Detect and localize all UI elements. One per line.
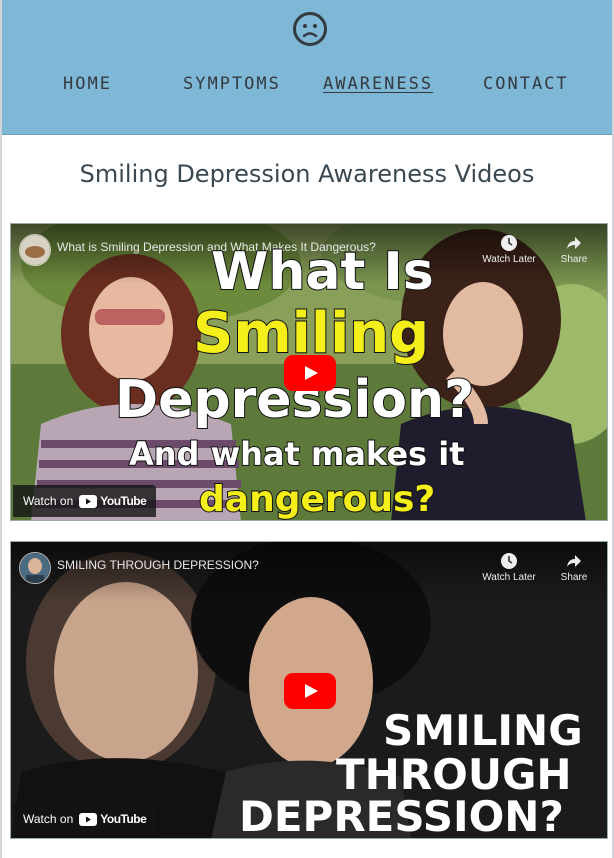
- youtube-logo: YouTube: [79, 494, 147, 508]
- share-arrow-icon: [567, 237, 581, 249]
- clock-icon: [501, 553, 517, 569]
- site-header: HOME SYMPTOMS AWARENESS CONTACT: [2, 0, 612, 135]
- thumbnail-text-line: SMILING: [383, 706, 583, 755]
- youtube-logo: YouTube: [79, 812, 147, 826]
- watch-later-label: Watch Later: [482, 254, 536, 265]
- thumbnail-text-line: DEPRESSION?: [239, 792, 564, 839]
- thumbnail-text-line: Smiling: [192, 301, 430, 366]
- share-label: Share: [560, 254, 588, 265]
- thumbnail-text-line: dangerous?: [198, 479, 436, 520]
- video-embed[interactable]: What is Smiling Depression and What Make…: [10, 223, 608, 521]
- share-button[interactable]: Share: [542, 552, 606, 583]
- thumbnail-text-line: And what makes it: [128, 435, 465, 473]
- youtube-wordmark: YouTube: [100, 812, 147, 826]
- nav-item-home[interactable]: HOME: [63, 74, 112, 94]
- share-label: Share: [560, 572, 588, 583]
- channel-avatar[interactable]: [19, 234, 51, 266]
- watch-on-label: Watch on: [23, 812, 74, 826]
- thumbnail-text-line: What Is: [210, 242, 435, 302]
- youtube-play-icon[interactable]: [284, 673, 336, 709]
- youtube-logo-icon: [79, 812, 98, 826]
- youtube-wordmark: YouTube: [100, 494, 147, 508]
- video-title[interactable]: SMILING THROUGH DEPRESSION?: [57, 558, 259, 572]
- youtube-play-icon[interactable]: [284, 355, 336, 391]
- watch-later-button[interactable]: Watch Later: [477, 552, 541, 583]
- channel-avatar[interactable]: [19, 552, 51, 584]
- thumbnail-text-line: THROUGH: [336, 750, 572, 799]
- page-title: Smiling Depression Awareness Videos: [79, 160, 535, 188]
- nav-item-contact[interactable]: CONTACT: [483, 74, 569, 94]
- nav-item-awareness[interactable]: AWARENESS: [323, 74, 433, 94]
- watch-on-youtube-button[interactable]: Watch on YouTube: [13, 803, 157, 835]
- clock-icon: [501, 235, 517, 251]
- video-embed[interactable]: SMILING THROUGH DEPRESSION? Watch Later …: [10, 541, 608, 839]
- watch-on-label: Watch on: [23, 494, 74, 508]
- watch-later-button[interactable]: Watch Later: [477, 234, 541, 265]
- youtube-logo-icon: [79, 494, 98, 508]
- nav-item-symptoms[interactable]: SYMPTOMS: [183, 74, 281, 94]
- share-arrow-icon: [567, 555, 581, 567]
- watch-later-label: Watch Later: [482, 572, 536, 583]
- neutral-face-icon[interactable]: [292, 11, 328, 47]
- watch-on-youtube-button[interactable]: Watch on YouTube: [13, 485, 157, 517]
- share-button[interactable]: Share: [542, 234, 606, 265]
